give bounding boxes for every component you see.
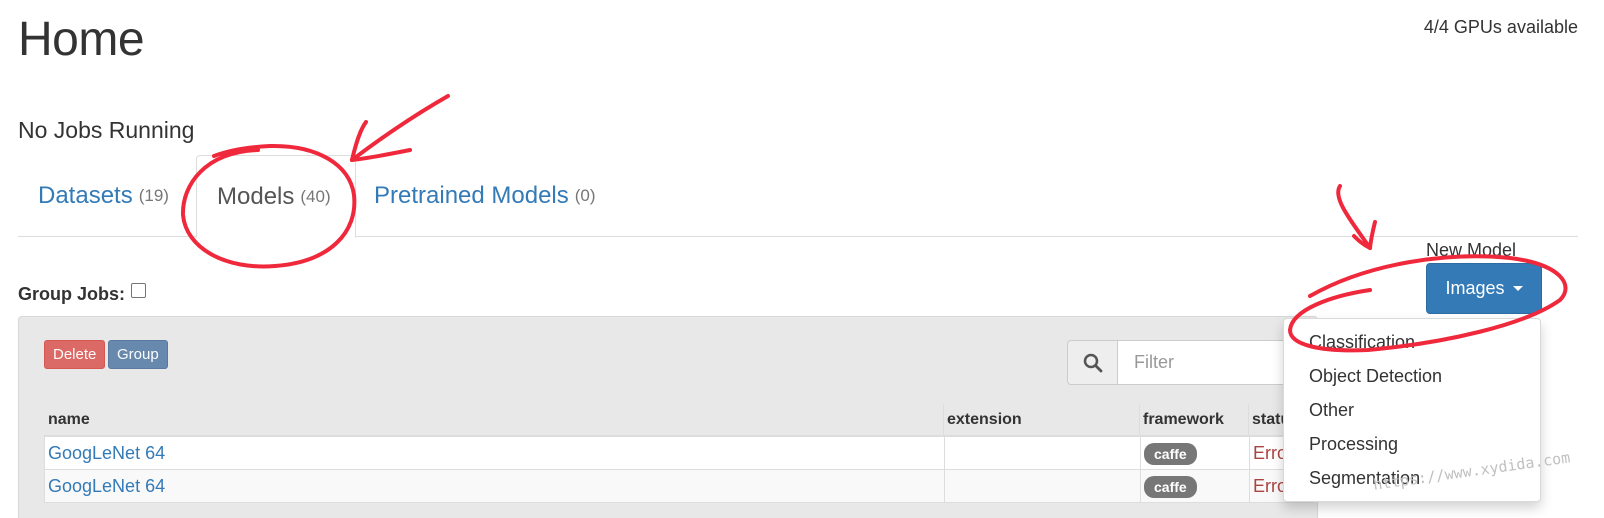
models-arrow-annotation bbox=[350, 94, 450, 162]
caret-down-icon bbox=[1512, 286, 1523, 291]
tab-pretrained-label: Pretrained Models bbox=[374, 182, 569, 209]
group-jobs-checkbox[interactable] bbox=[131, 283, 146, 298]
tab-datasets[interactable]: Datasets (19) bbox=[18, 155, 189, 237]
tab-models[interactable]: Models (40) bbox=[196, 155, 356, 238]
images-button-label: Images bbox=[1445, 278, 1505, 298]
table-row: GoogLeNet 64 caffe Erro bbox=[44, 470, 1314, 503]
column-divider bbox=[1139, 404, 1140, 437]
group-button[interactable]: Group bbox=[108, 340, 168, 369]
framework-cell: caffe bbox=[1144, 437, 1197, 470]
model-name-link[interactable]: GoogLeNet 64 bbox=[48, 470, 165, 503]
column-divider bbox=[1140, 470, 1141, 503]
filter-control: Filter bbox=[1067, 340, 1307, 385]
filter-placeholder: Filter bbox=[1134, 352, 1174, 372]
jobs-status: No Jobs Running bbox=[18, 117, 195, 143]
gpu-availability: 4/4 GPUs available bbox=[1423, 17, 1578, 37]
new-model-label: New Model bbox=[1426, 240, 1517, 260]
tab-pretrained-models[interactable]: Pretrained Models (0) bbox=[354, 155, 616, 237]
column-divider bbox=[1248, 404, 1249, 437]
column-divider bbox=[1249, 437, 1250, 470]
tab-datasets-label: Datasets bbox=[38, 182, 133, 209]
group-jobs-control: Group Jobs: bbox=[18, 283, 146, 305]
group-jobs-label: Group Jobs: bbox=[18, 284, 125, 304]
tab-bar: Datasets (19) Models (40) Pretrained Mod… bbox=[18, 155, 1578, 238]
digits-home-page: Home 4/4 GPUs available No Jobs Running … bbox=[0, 0, 1604, 518]
framework-badge: caffe bbox=[1144, 475, 1197, 498]
filter-input[interactable]: Filter bbox=[1118, 340, 1307, 385]
menu-item-classification[interactable]: Classification bbox=[1284, 325, 1540, 359]
images-dropdown-button[interactable]: Images bbox=[1426, 263, 1542, 314]
column-header-extension[interactable]: extension bbox=[947, 411, 1022, 429]
column-divider bbox=[1140, 437, 1141, 470]
table-header: name extension framework statu bbox=[44, 404, 1314, 437]
search-icon bbox=[1067, 340, 1118, 385]
menu-item-object-detection[interactable]: Object Detection bbox=[1284, 359, 1540, 393]
model-status: Erro bbox=[1253, 476, 1288, 496]
table-row: GoogLeNet 64 caffe Erro bbox=[44, 437, 1314, 470]
column-divider bbox=[944, 437, 945, 470]
models-table: name extension framework statu GoogLeNet… bbox=[44, 404, 1314, 503]
menu-item-processing[interactable]: Processing bbox=[1284, 427, 1540, 461]
column-divider bbox=[944, 470, 945, 503]
column-divider bbox=[1249, 470, 1250, 503]
framework-cell: caffe bbox=[1144, 470, 1197, 503]
tab-models-label: Models bbox=[217, 182, 295, 210]
menu-item-other[interactable]: Other bbox=[1284, 393, 1540, 427]
tab-pretrained-count: (0) bbox=[574, 186, 596, 205]
model-name-link[interactable]: GoogLeNet 64 bbox=[48, 437, 165, 470]
column-header-name[interactable]: name bbox=[48, 411, 90, 429]
column-divider bbox=[943, 404, 944, 437]
tab-datasets-count: (19) bbox=[138, 186, 169, 205]
page-title: Home bbox=[18, 13, 145, 66]
delete-button[interactable]: Delete bbox=[44, 340, 106, 369]
model-status: Erro bbox=[1253, 443, 1288, 463]
column-header-framework[interactable]: framework bbox=[1143, 411, 1224, 429]
framework-badge: caffe bbox=[1144, 442, 1197, 465]
tab-models-count: (40) bbox=[300, 186, 331, 206]
